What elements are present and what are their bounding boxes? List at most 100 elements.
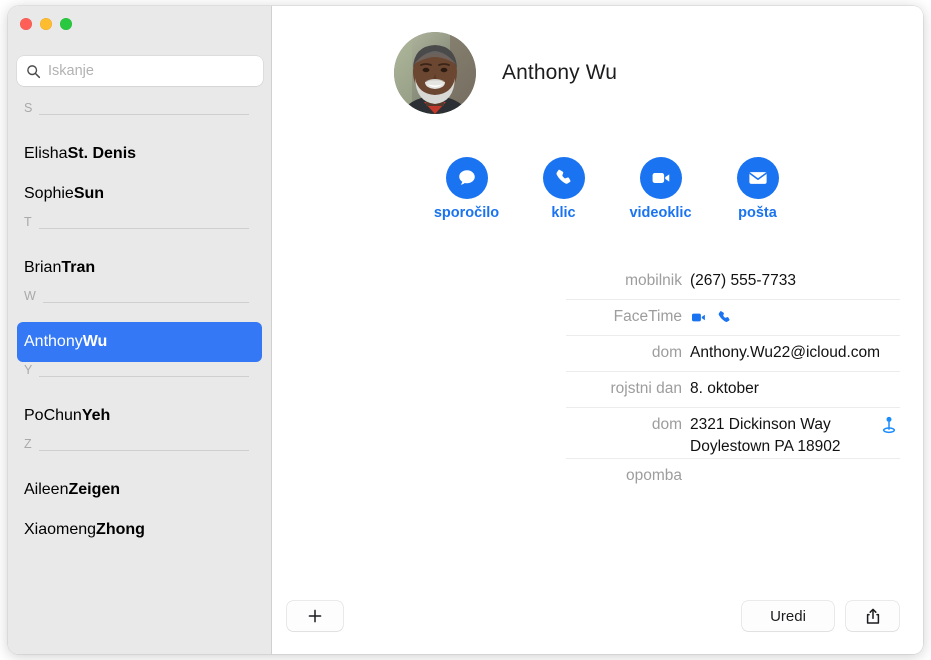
field-value[interactable] xyxy=(690,306,923,326)
share-button[interactable] xyxy=(846,601,899,631)
map-pin-icon xyxy=(882,416,896,434)
search-icon xyxy=(26,64,41,79)
section-letter: W xyxy=(24,289,36,303)
quick-action-buttons: sporočilo klic videoklic pošta xyxy=(418,157,806,221)
search-input[interactable] xyxy=(48,63,238,79)
section-header-s: S xyxy=(8,100,271,134)
contact-list-item[interactable]: Xiaomeng Zhong xyxy=(17,510,262,550)
action-button-label: sporočilo xyxy=(433,205,500,221)
facetime-icons xyxy=(690,306,883,326)
action-icon-circle xyxy=(542,157,585,199)
contact-list-item-selected[interactable]: Anthony Wu xyxy=(17,322,262,362)
avatar[interactable] xyxy=(394,32,476,114)
section-letter: Y xyxy=(24,363,33,377)
page-title: Anthony Wu xyxy=(502,61,618,84)
facetime-phone-icon[interactable] xyxy=(716,309,733,326)
contact-last-name: St. Denis xyxy=(67,145,137,162)
field-row: mobilnik (267) 555-7733 xyxy=(272,263,923,299)
section-divider xyxy=(39,376,249,377)
contact-detail-pane: Anthony Wu sporočilo klic videoklic pošta m… xyxy=(272,6,923,654)
field-row: opomba xyxy=(272,458,923,494)
field-divider xyxy=(566,407,900,408)
section-header-z: Z xyxy=(8,436,271,470)
window-traffic-lights xyxy=(20,18,72,30)
phone-icon xyxy=(555,169,570,184)
field-divider xyxy=(566,299,900,300)
field-label: mobilnik xyxy=(625,272,682,289)
action-button-sporoilo[interactable]: sporočilo xyxy=(418,157,515,221)
close-window-button[interactable] xyxy=(20,18,32,30)
field-value-line: (267) 555-7733 xyxy=(690,272,796,289)
contact-first-name: PoChun xyxy=(24,407,82,424)
contact-first-name: Xiaomeng xyxy=(24,521,97,538)
field-label: FaceTime xyxy=(613,308,682,325)
envelope-icon xyxy=(748,172,767,184)
field-divider xyxy=(566,458,900,459)
contact-fields: mobilnik (267) 555-7733 FaceTime dom Anthony… xyxy=(272,263,923,494)
contact-list-item[interactable]: Brian Tran xyxy=(17,248,262,288)
plus-icon xyxy=(308,609,322,623)
section-header-w: W xyxy=(8,288,271,322)
section-letter: S xyxy=(24,101,33,115)
field-divider xyxy=(566,371,900,372)
field-label: dom xyxy=(651,344,682,361)
field-value[interactable]: (267) 555-7733 xyxy=(690,270,923,292)
minimize-window-button[interactable] xyxy=(40,18,52,30)
field-value-line2: Doylestown PA 18902 xyxy=(690,438,841,455)
contact-last-name: Sun xyxy=(73,185,105,202)
section-divider xyxy=(39,114,249,115)
contact-list-item[interactable]: Sophie Sun xyxy=(17,174,262,214)
action-icon-circle xyxy=(445,157,488,199)
field-label: rojstni dan xyxy=(610,380,682,397)
section-divider xyxy=(42,302,249,303)
zoom-window-button[interactable] xyxy=(60,18,72,30)
field-value[interactable]: 8. oktober xyxy=(690,378,923,400)
field-row: rojstni dan 8. oktober xyxy=(272,371,923,407)
contact-last-name: Wu xyxy=(82,333,108,350)
action-button-videoklic[interactable]: videoklic xyxy=(612,157,709,221)
field-value-line: 8. oktober xyxy=(690,380,759,397)
edit-button[interactable]: Uredi xyxy=(742,601,834,631)
facetime-video-camera-icon[interactable] xyxy=(690,309,707,326)
field-label: opomba xyxy=(625,467,682,484)
contact-list-item[interactable]: Elisha St. Denis xyxy=(17,134,262,174)
section-letter: T xyxy=(24,215,32,229)
phone-icon xyxy=(718,311,730,322)
search-field[interactable] xyxy=(17,56,263,86)
contact-first-name: Elisha xyxy=(24,145,68,162)
action-button-pota[interactable]: pošta xyxy=(709,157,806,221)
field-row: dom Anthony.Wu22@icloud.com xyxy=(272,335,923,371)
contact-first-name: Sophie xyxy=(24,185,74,202)
section-divider xyxy=(38,228,249,229)
section-divider xyxy=(38,450,249,451)
add-contact-button[interactable] xyxy=(287,601,343,631)
section-header-y: Y xyxy=(8,362,271,396)
field-row: FaceTime xyxy=(272,299,923,335)
contacts-window: SElisha St. DenisSophie SunTBrian TranWA… xyxy=(8,6,923,654)
message-bubble-icon xyxy=(458,170,475,185)
contact-list[interactable]: S Elisha St. Denis Sophie Sun T Brian Tran W A… xyxy=(8,100,271,654)
contact-first-name: Aileen xyxy=(24,481,69,498)
edit-button-label: Uredi xyxy=(770,607,806,625)
contact-list-item[interactable]: PoChun Yeh xyxy=(17,396,262,436)
field-label: dom xyxy=(651,416,682,433)
field-value[interactable]: Anthony.Wu22@icloud.com xyxy=(690,342,923,364)
contact-first-name: Brian xyxy=(24,259,62,276)
action-button-label: videoklic xyxy=(629,205,692,221)
contact-first-name: Anthony xyxy=(24,333,83,350)
field-value-line: Anthony.Wu22@icloud.com xyxy=(690,344,881,361)
section-letter: Z xyxy=(24,437,32,451)
map-pin-button[interactable] xyxy=(879,415,899,435)
sidebar: SElisha St. DenisSophie SunTBrian TranWA… xyxy=(8,6,272,654)
video-camera-icon xyxy=(652,173,669,183)
contact-list-item[interactable]: Aileen Zeigen xyxy=(17,470,262,510)
action-button-label: klic xyxy=(551,205,576,221)
share-icon xyxy=(866,608,879,624)
action-button-klic[interactable]: klic xyxy=(515,157,612,221)
bottom-toolbar: Uredi xyxy=(272,588,923,654)
action-icon-circle xyxy=(736,157,779,199)
action-button-label: pošta xyxy=(738,205,777,221)
contact-last-name: Zeigen xyxy=(68,481,121,498)
contact-last-name: Zhong xyxy=(96,521,145,538)
section-header-t: T xyxy=(8,214,271,248)
